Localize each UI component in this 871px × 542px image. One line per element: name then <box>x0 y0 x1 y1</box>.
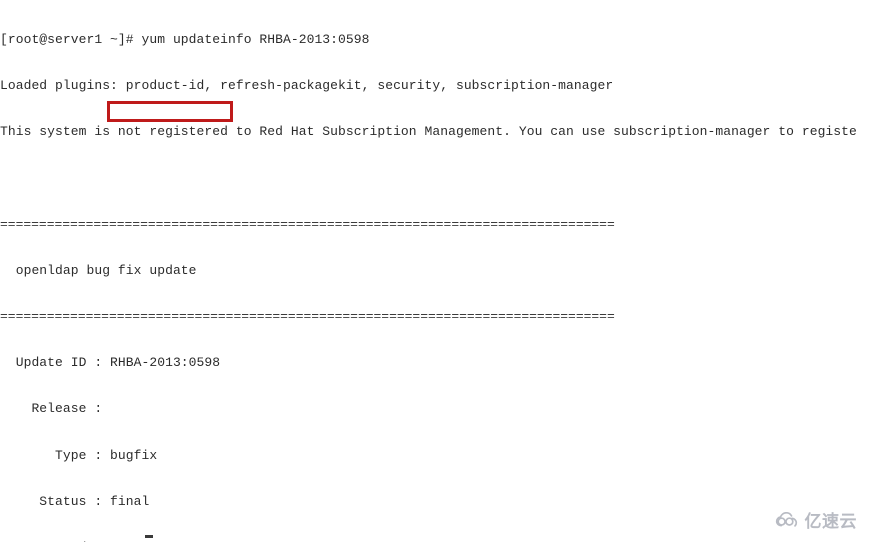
terminal-line-update-id: Update ID : RHBA-2013:0598 <box>0 355 221 371</box>
watermark: 亿速云 <box>774 507 858 532</box>
watermark-text: 亿速云 <box>804 512 857 532</box>
cloud-icon <box>774 511 800 528</box>
terminal-line-type: Type : bugfix <box>0 447 158 463</box>
terminal-output[interactable]: [root@server1 ~]# yum updateinfo RHBA-20… <box>0 0 871 542</box>
terminal-line-release: Release : <box>0 401 103 417</box>
terminal-line-command: [root@server1 ~]# yum updateinfo RHBA-20… <box>0 31 370 47</box>
terminal-window[interactable]: [root@server1 ~]# yum updateinfo RHBA-20… <box>0 0 871 542</box>
terminal-line-status: Status : final <box>0 493 150 509</box>
terminal-line-plugins: Loaded plugins: product-id, refresh-pack… <box>0 78 614 94</box>
terminal-line-separator-top: ========================================… <box>0 216 615 232</box>
terminal-line-separator-bottom: ========================================… <box>0 309 615 325</box>
terminal-line-subscription-warning: This system is not registered to Red Hat… <box>0 124 857 140</box>
terminal-cursor <box>145 535 153 538</box>
terminal-line-update-title: openldap bug fix update <box>0 262 197 278</box>
